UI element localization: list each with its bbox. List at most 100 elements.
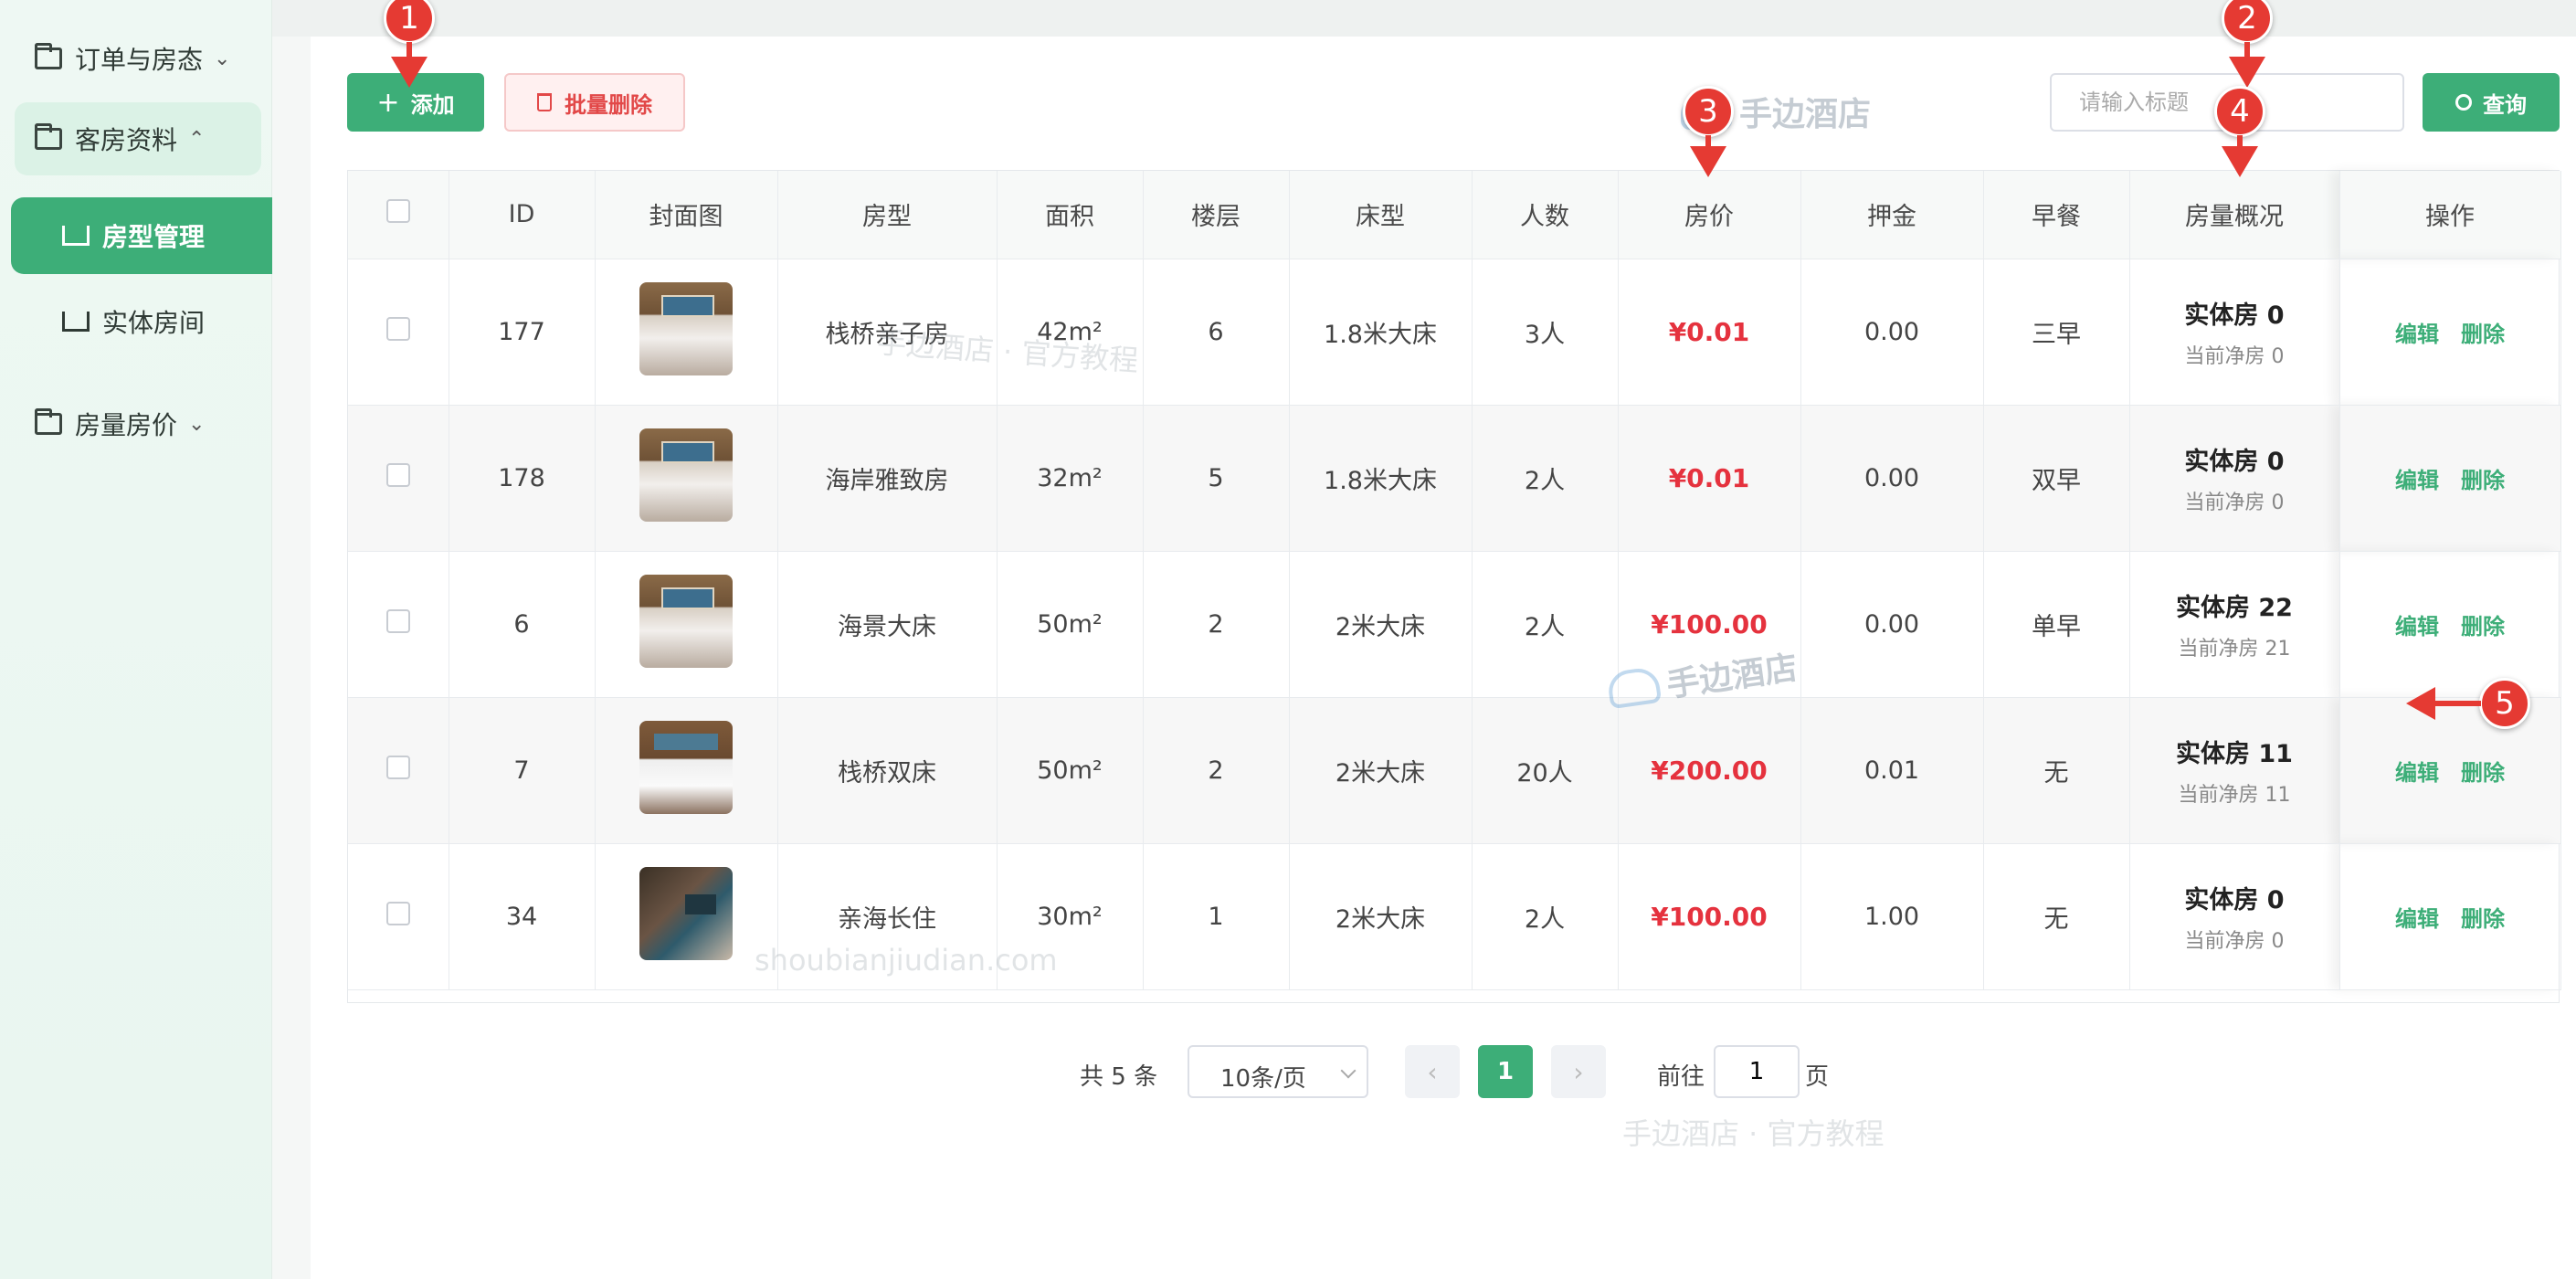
main-panel: + 添加 批量删除 查询 ID 封面图 房型 面积 楼层 床型 <box>311 37 2576 1279</box>
edit-link[interactable]: 编辑 <box>2395 322 2439 347</box>
cell-id: 177 <box>449 259 596 406</box>
cell-deposit: 0.00 <box>1800 551 1984 698</box>
chevron-right-icon: › <box>1573 1056 1584 1087</box>
cell-inventory: 实体房 0 当前净房 0 <box>2129 405 2340 552</box>
row-select-cell[interactable] <box>348 843 449 990</box>
pagination-total: 共 5 条 <box>1080 1063 1158 1091</box>
bed-icon <box>62 226 90 246</box>
annotation-marker-5: 5 <box>2479 678 2530 729</box>
table-row: 34 亲海长住 30m² 1 2米大床 2人 ¥100.00 1.00 无实体房 0 当前净房 0… <box>348 843 2561 990</box>
cell-inventory: 实体房 11 当前净房 11 <box>2129 697 2340 844</box>
inventory-main: 实体房 0 <box>2184 447 2285 476</box>
sidebar-item-room-type[interactable]: 房型管理 <box>11 197 272 274</box>
query-button-label: 查询 <box>2483 91 2527 118</box>
nav-group-room-info[interactable]: 客房资料 ⌃ <box>15 102 261 175</box>
column-header: 押金 <box>1800 171 1984 259</box>
checkbox[interactable] <box>385 901 410 925</box>
batch-delete-button[interactable]: 批量删除 <box>504 73 685 132</box>
next-page-button[interactable]: › <box>1551 1045 1606 1098</box>
row-select-cell[interactable] <box>348 697 449 844</box>
plus-icon: + <box>376 86 400 119</box>
inventory-sub: 当前净房 11 <box>2178 783 2291 807</box>
cell-deposit: 0.00 <box>1800 259 1984 406</box>
checkbox[interactable] <box>385 199 410 224</box>
edit-link[interactable]: 编辑 <box>2395 760 2439 786</box>
cell-price: ¥100.00 <box>1618 843 1801 990</box>
sidebar-item-physical-rooms[interactable]: 实体房间 <box>11 283 272 360</box>
brand-watermark-text: 手边酒店 <box>1739 96 1872 133</box>
delete-link[interactable]: 删除 <box>2461 468 2505 493</box>
page-size-value: 10条/页 <box>1220 1065 1306 1093</box>
cell-area: 50m² <box>997 697 1144 844</box>
cell-area: 50m² <box>997 551 1144 698</box>
header-select-all[interactable] <box>348 171 449 259</box>
delete-link[interactable]: 删除 <box>2461 322 2505 347</box>
cell-actions: 编辑 删除 <box>2339 551 2561 698</box>
cell-actions: 编辑 删除 <box>2339 697 2561 844</box>
row-select-cell[interactable] <box>348 551 449 698</box>
page-size-select[interactable]: 10条/页 <box>1188 1045 1368 1098</box>
trash-icon <box>537 93 552 111</box>
cell-bed: 2米大床 <box>1289 697 1473 844</box>
cell-deposit: 0.00 <box>1800 405 1984 552</box>
cell-id: 34 <box>449 843 596 990</box>
checkbox[interactable] <box>385 462 410 487</box>
checkbox[interactable] <box>385 608 410 633</box>
cell-cover <box>595 551 778 698</box>
cell-breakfast: 无 <box>1983 697 2130 844</box>
page-number-current[interactable]: 1 <box>1478 1045 1533 1098</box>
price-value: ¥200.00 <box>1651 755 1768 786</box>
delete-link[interactable]: 删除 <box>2461 614 2505 640</box>
checkbox[interactable] <box>385 316 410 341</box>
inventory-sub: 当前净房 21 <box>2178 637 2291 661</box>
column-header: 床型 <box>1289 171 1473 259</box>
cell-breakfast: 单早 <box>1983 551 2130 698</box>
add-button-label: 添加 <box>410 91 455 118</box>
edit-link[interactable]: 编辑 <box>2395 906 2439 932</box>
domain-watermark: shoubianjiudian.com <box>755 943 1058 978</box>
cell-floor: 2 <box>1143 697 1290 844</box>
column-header: 房型 <box>777 171 998 259</box>
query-button[interactable]: 查询 <box>2423 73 2560 132</box>
price-value: ¥100.00 <box>1651 901 1768 932</box>
prev-page-button[interactable]: ‹ <box>1405 1045 1460 1098</box>
table-row: 178 海岸雅致房 32m² 5 1.8米大床 2人 ¥0.01 0.00 双早 实体房 0 当前净… <box>348 405 2561 552</box>
inventory-main: 实体房 22 <box>2176 593 2293 622</box>
cell-actions: 编辑 删除 <box>2339 405 2561 552</box>
arrow-down-icon <box>1690 146 1726 177</box>
table-row: 7 栈桥双床 50m² 2 2米大床 20人 ¥200.00 0.01 无 实体房 11 当前净房 … <box>348 697 2561 844</box>
checkbox[interactable] <box>385 755 410 779</box>
delete-link[interactable]: 删除 <box>2461 760 2505 786</box>
delete-link[interactable]: 删除 <box>2461 906 2505 932</box>
edit-link[interactable]: 编辑 <box>2395 468 2439 493</box>
cell-inventory: 实体房 0 当前净房 0 <box>2129 843 2340 990</box>
cell-room-type: 海岸雅致房 <box>777 405 998 552</box>
column-header: 楼层 <box>1143 171 1290 259</box>
cell-inventory: 实体房 0 当前净房 0 <box>2129 259 2340 406</box>
cell-people: 20人 <box>1472 697 1619 844</box>
arrow-down-icon <box>2229 57 2265 88</box>
table-row: 177 栈桥亲子房 42m² 6 1.8米大床 3人 ¥0.01 0.00 三早 实体房 0 当前净… <box>348 259 2561 406</box>
goto-page-input[interactable] <box>1714 1045 1800 1098</box>
nav-group-label: 客房资料 <box>75 125 178 155</box>
table-row: 6 海景大床 50m² 2 2米大床 2人 ¥100.00 0.00 单早 实体房 22 当前净房 … <box>348 551 2561 698</box>
cell-deposit: 0.01 <box>1800 697 1984 844</box>
inventory-main: 实体房 0 <box>2184 885 2285 914</box>
building-icon <box>62 312 90 332</box>
row-select-cell[interactable] <box>348 259 449 406</box>
chevron-left-icon: ‹ <box>1427 1056 1438 1087</box>
cell-room-type: 栈桥双床 <box>777 697 998 844</box>
cell-id: 178 <box>449 405 596 552</box>
nav-group-inventory-price[interactable]: 房量房价 ⌄ <box>15 387 261 460</box>
batch-delete-label: 批量删除 <box>565 91 652 118</box>
cover-image <box>639 281 733 375</box>
column-header: ID <box>449 171 596 259</box>
column-header: 早餐 <box>1983 171 2130 259</box>
price-value: ¥0.01 <box>1668 316 1750 347</box>
edit-link[interactable]: 编辑 <box>2395 614 2439 640</box>
row-select-cell[interactable] <box>348 405 449 552</box>
cell-people: 2人 <box>1472 405 1619 552</box>
cell-breakfast: 三早 <box>1983 259 2130 406</box>
nav-group-orders[interactable]: 订单与房态 ⌄ <box>15 22 261 95</box>
cover-image <box>639 866 733 960</box>
